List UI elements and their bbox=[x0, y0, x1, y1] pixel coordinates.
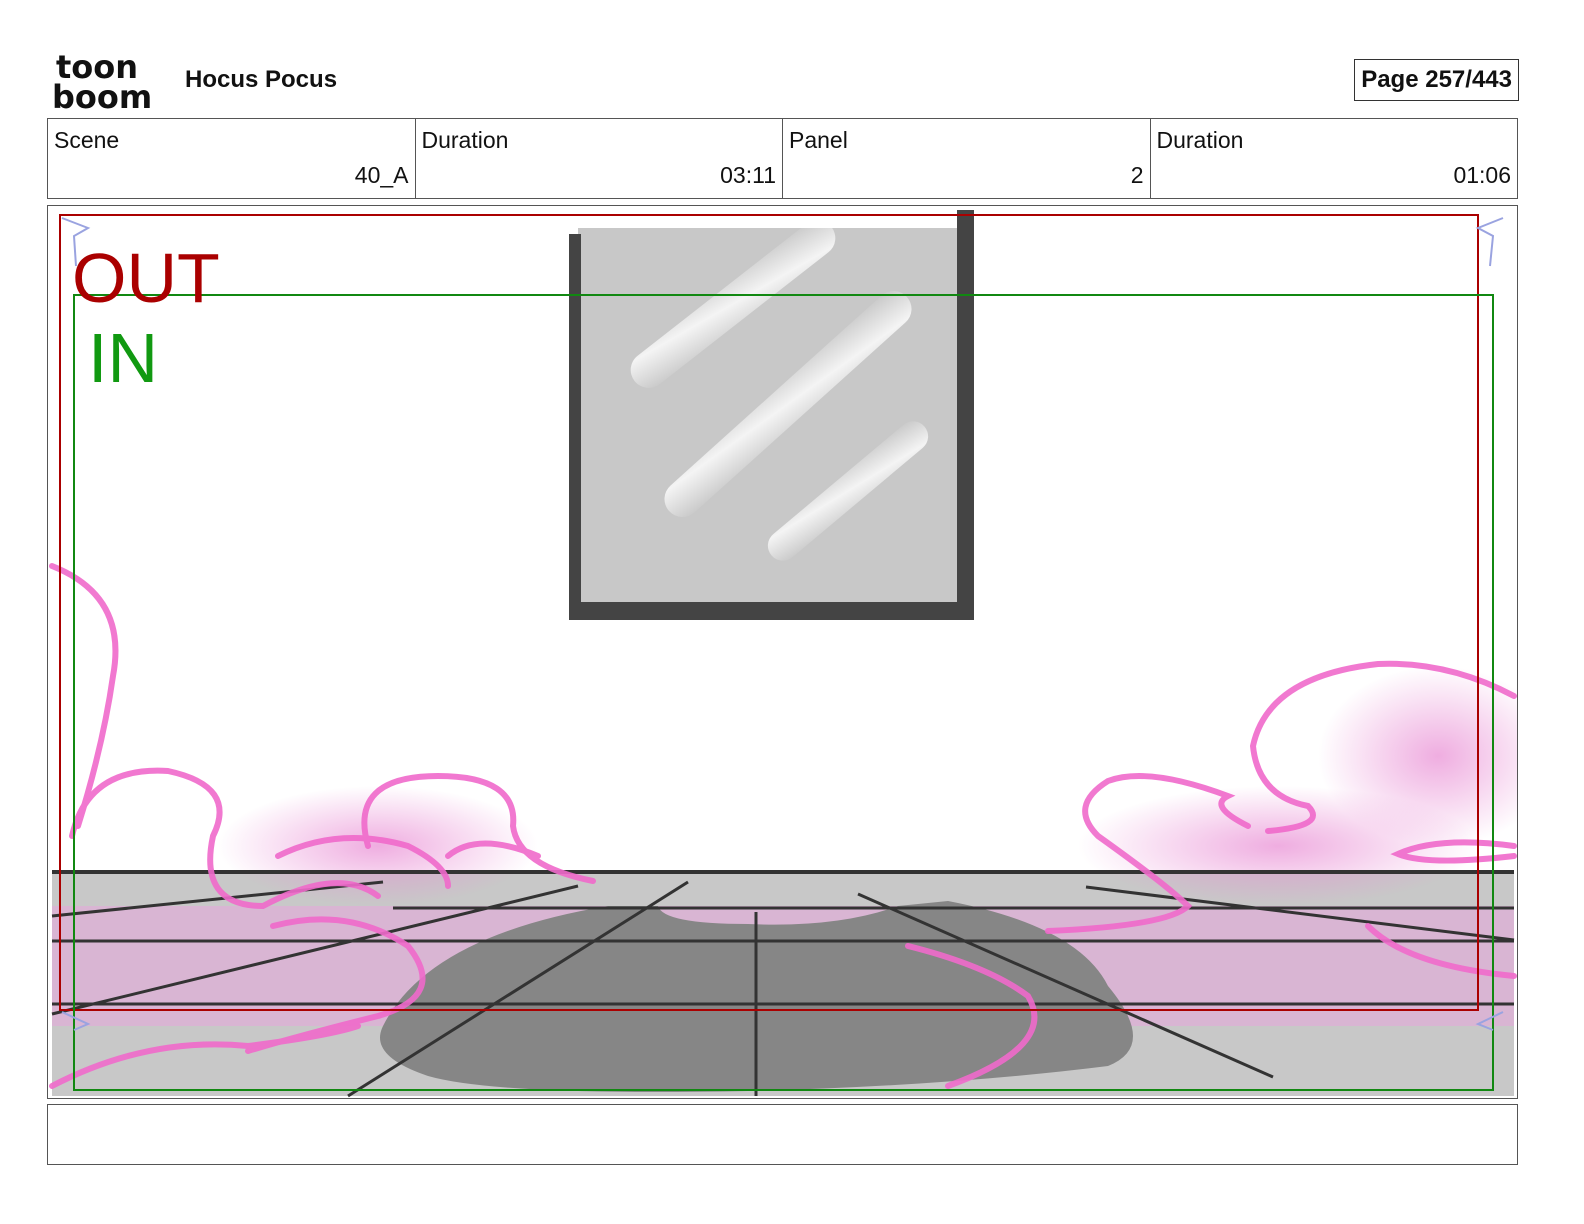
panel-label: Panel bbox=[789, 127, 848, 153]
scene-cell: Scene 40_A bbox=[48, 119, 416, 198]
panel-value: 2 bbox=[1130, 162, 1144, 188]
panel-cell: Panel 2 bbox=[783, 119, 1151, 198]
window-illustration bbox=[569, 210, 974, 620]
panel-info-table: Scene 40_A Duration 03:11 Panel 2 Durati… bbox=[47, 118, 1518, 199]
page-indicator: Page 257/443 bbox=[1354, 59, 1519, 101]
scene-label: Scene bbox=[54, 127, 120, 153]
project-title: Hocus Pocus bbox=[185, 66, 338, 93]
panel-drawing: OUT IN bbox=[49, 210, 1517, 1098]
out-label: OUT bbox=[72, 239, 220, 317]
panel-duration-label: Duration bbox=[1156, 127, 1244, 153]
storyboard-panel: OUT IN bbox=[47, 205, 1518, 1099]
scene-duration-label: Duration bbox=[421, 127, 509, 153]
panel-notes-box bbox=[47, 1104, 1518, 1165]
window-frame-left bbox=[569, 234, 581, 619]
in-label: IN bbox=[88, 319, 158, 397]
svg-text:boom: boom bbox=[52, 78, 152, 112]
scene-duration-value: 03:11 bbox=[720, 162, 776, 188]
window-frame-right bbox=[957, 210, 974, 620]
scene-value: 40_A bbox=[354, 162, 409, 188]
panel-duration-value: 01:06 bbox=[1453, 162, 1511, 188]
panel-duration-cell: Duration 01:06 bbox=[1151, 119, 1518, 198]
toon-boom-logo: toon boom bbox=[52, 50, 152, 112]
scene-duration-cell: Duration 03:11 bbox=[416, 119, 783, 198]
window-frame-bottom bbox=[569, 602, 974, 620]
